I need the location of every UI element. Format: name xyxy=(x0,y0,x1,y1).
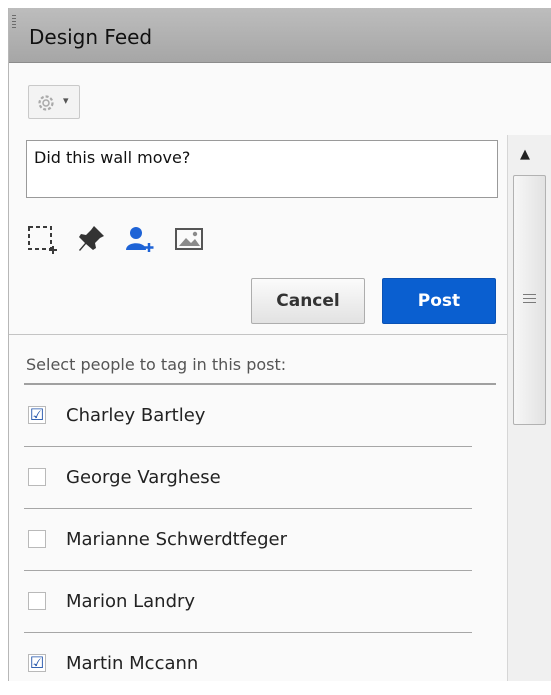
chevron-down-icon: ▾ xyxy=(63,94,69,107)
tag-checkbox[interactable] xyxy=(28,592,46,610)
scroll-thumb[interactable] xyxy=(513,175,546,425)
vertical-scrollbar[interactable]: ▲ xyxy=(507,135,551,681)
tag-person-item[interactable]: Marianne Schwerdtfeger xyxy=(24,509,472,571)
tag-person-item[interactable]: Marion Landry xyxy=(24,571,472,633)
person-name: George Varghese xyxy=(66,467,221,488)
section-divider xyxy=(9,334,507,335)
design-feed-panel: Design Feed ▾ Did this wall move? Cancel… xyxy=(8,8,551,681)
tag-checkbox[interactable] xyxy=(28,468,46,486)
panel-title: Design Feed xyxy=(29,25,153,49)
gear-icon xyxy=(34,92,58,114)
tag-checkbox-checked[interactable]: ☑ xyxy=(28,654,46,672)
tag-person-item[interactable]: George Varghese xyxy=(24,447,472,509)
post-text-value: Did this wall move? xyxy=(34,148,191,167)
tag-people-prompt: Select people to tag in this post: xyxy=(26,355,287,374)
scroll-up-arrow-icon[interactable]: ▲ xyxy=(520,147,530,162)
thumb-grip-icon xyxy=(523,294,536,304)
settings-dropdown-button[interactable]: ▾ xyxy=(28,85,80,119)
region-select-icon[interactable] xyxy=(26,223,58,255)
panel-content: ▾ Did this wall move? Cancel Post Select… xyxy=(9,63,551,681)
image-icon[interactable] xyxy=(173,223,205,255)
tag-person-item[interactable]: ☑ Martin Mccann xyxy=(24,633,472,695)
post-text-input[interactable]: Did this wall move? xyxy=(26,140,498,198)
tag-checkbox[interactable] xyxy=(28,530,46,548)
person-name: Charley Bartley xyxy=(66,405,206,426)
panel-titlebar[interactable]: Design Feed xyxy=(9,8,551,63)
cancel-button[interactable]: Cancel xyxy=(251,278,365,324)
post-button[interactable]: Post xyxy=(382,278,496,324)
drag-grip-icon[interactable] xyxy=(12,15,16,29)
pin-icon[interactable] xyxy=(75,223,107,255)
tag-person-item[interactable]: ☑ Charley Bartley xyxy=(24,385,472,447)
person-name: Marion Landry xyxy=(66,591,196,612)
add-person-icon[interactable] xyxy=(123,223,155,255)
tag-checkbox-checked[interactable]: ☑ xyxy=(28,406,46,424)
person-name: Martin Mccann xyxy=(66,653,199,674)
person-name: Marianne Schwerdtfeger xyxy=(66,529,288,550)
